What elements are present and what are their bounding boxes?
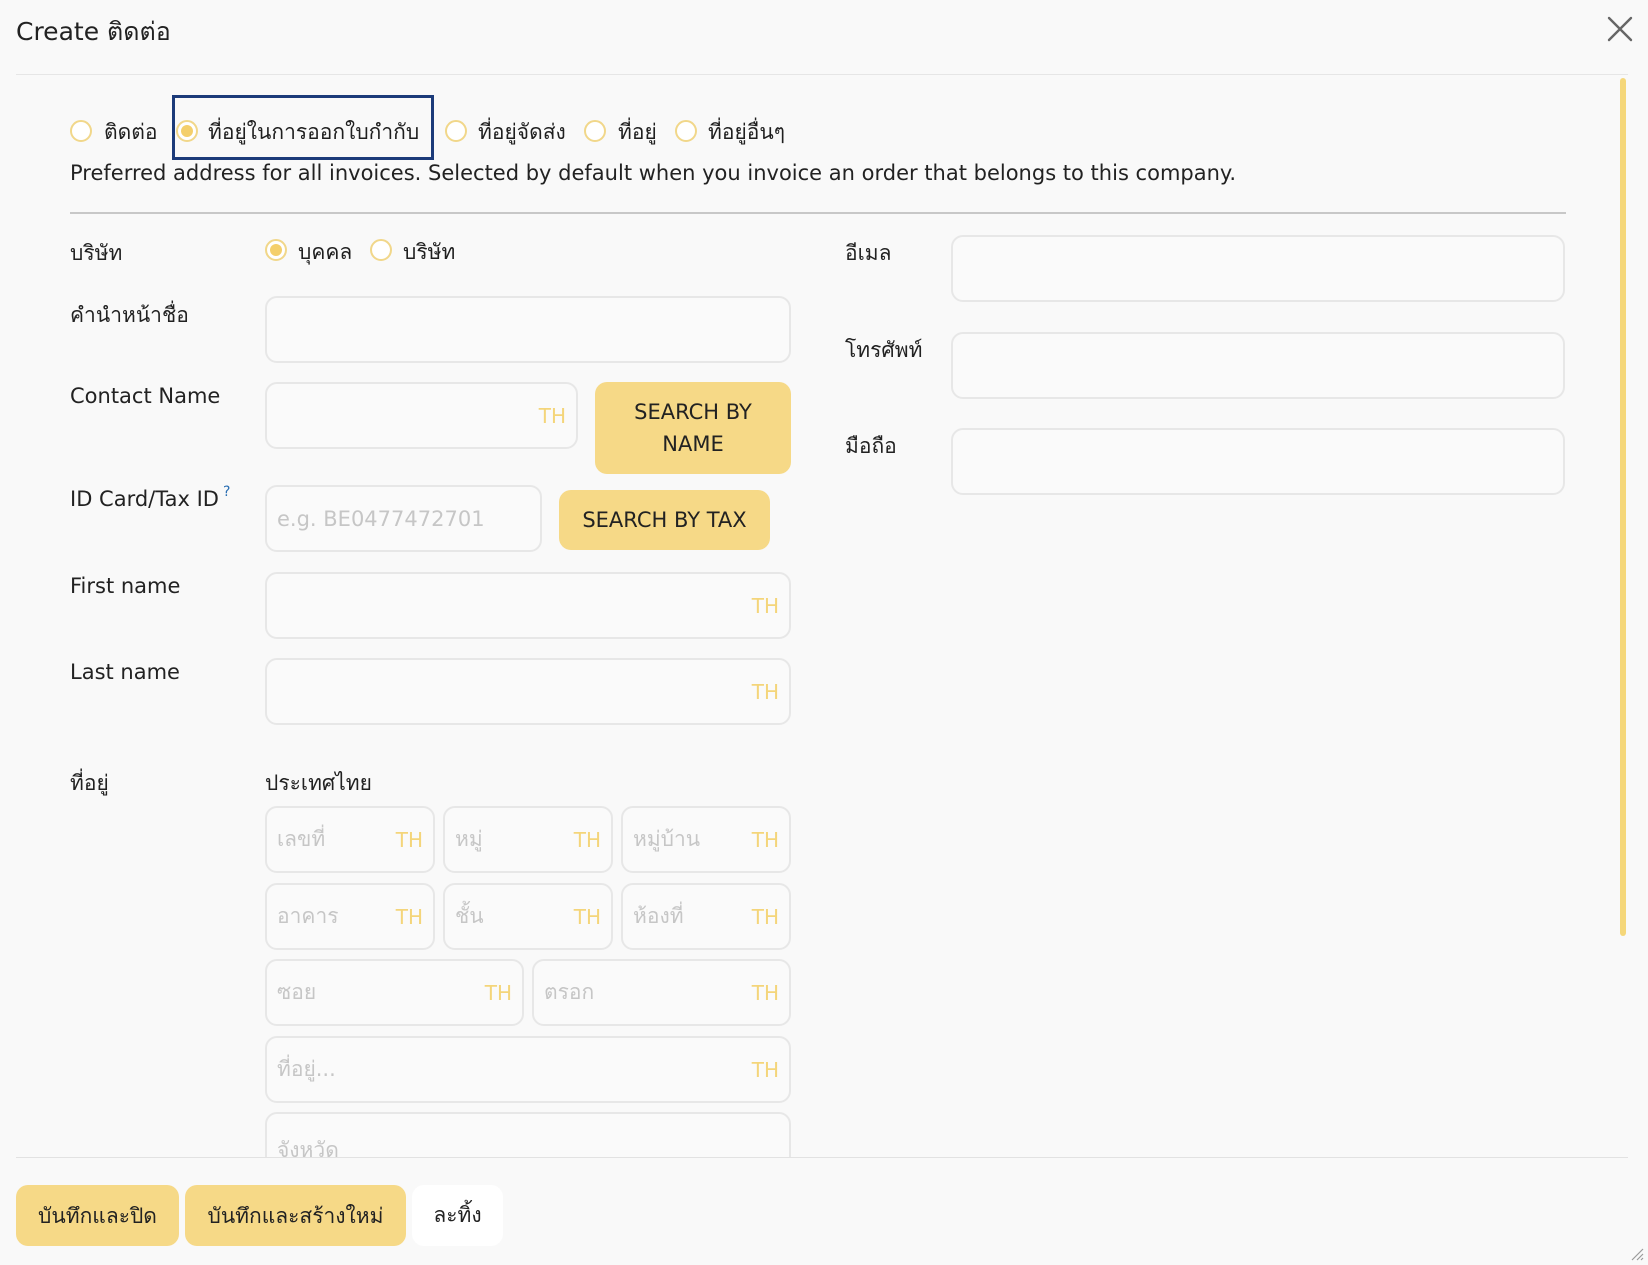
soi-input[interactable]: ซอย TH bbox=[265, 959, 524, 1026]
address-type-delivery[interactable] bbox=[445, 120, 467, 146]
room-input[interactable]: ห้องที่ TH bbox=[621, 883, 791, 950]
address-type-invoice[interactable] bbox=[176, 120, 198, 146]
language-tag[interactable]: TH bbox=[752, 594, 779, 618]
address-type-contact-label: ติดต่อ bbox=[104, 120, 158, 144]
footer-divider bbox=[16, 1157, 1628, 1158]
language-tag[interactable]: TH bbox=[752, 905, 779, 929]
email-input[interactable] bbox=[951, 235, 1565, 302]
building-input[interactable]: อาคาร TH bbox=[265, 883, 435, 950]
save-new-button[interactable]: บันทึกและสร้างใหม่ bbox=[185, 1185, 406, 1246]
search-by-name-button[interactable]: SEARCH BY NAME bbox=[595, 382, 791, 474]
radio-checked-icon[interactable] bbox=[176, 120, 198, 142]
moo-input[interactable]: หมู่ TH bbox=[443, 806, 613, 873]
contact-name-label: Contact Name bbox=[70, 384, 221, 408]
resize-handle-icon[interactable] bbox=[1630, 1246, 1644, 1261]
language-tag[interactable]: TH bbox=[396, 828, 423, 852]
tax-id-input[interactable]: e.g. BE0477472701 bbox=[265, 485, 542, 552]
last-name-input[interactable]: TH bbox=[265, 658, 791, 725]
first-name-input[interactable]: TH bbox=[265, 572, 791, 639]
language-tag[interactable]: TH bbox=[485, 981, 512, 1005]
email-label: อีเมล bbox=[845, 241, 892, 265]
address-type-invoice-label: ที่อยู่ในการออกใบกำกับ bbox=[208, 120, 420, 144]
address-type-description: Preferred address for all invoices. Sele… bbox=[70, 161, 1237, 185]
help-icon[interactable]: ? bbox=[223, 484, 230, 500]
address-type-address[interactable] bbox=[584, 120, 606, 146]
scrollbar[interactable] bbox=[1620, 78, 1626, 936]
language-tag[interactable]: TH bbox=[752, 1058, 779, 1082]
language-tag[interactable]: TH bbox=[574, 905, 601, 929]
house-no-input[interactable]: เลขที่ TH bbox=[265, 806, 435, 873]
company-type-company-label: บริษัท bbox=[403, 240, 456, 264]
search-by-tax-button[interactable]: SEARCH BY TAX bbox=[559, 490, 770, 550]
close-icon[interactable] bbox=[1605, 14, 1635, 44]
radio-icon[interactable] bbox=[445, 120, 467, 142]
radio-icon[interactable] bbox=[584, 120, 606, 142]
title-label: คำนำหน้าชื่อ bbox=[70, 303, 189, 327]
radio-icon[interactable] bbox=[370, 239, 392, 261]
street-input[interactable]: ที่อยู่... TH bbox=[265, 1036, 791, 1103]
floor-input[interactable]: ชั้น TH bbox=[443, 883, 613, 950]
first-name-label: First name bbox=[70, 574, 181, 598]
radio-icon[interactable] bbox=[70, 120, 92, 142]
language-tag[interactable]: TH bbox=[539, 404, 566, 428]
last-name-label: Last name bbox=[70, 660, 180, 684]
language-tag[interactable]: TH bbox=[574, 828, 601, 852]
discard-button[interactable]: ละทิ้ง bbox=[412, 1185, 503, 1246]
address-type-delivery-label: ที่อยู่จัดส่ง bbox=[478, 120, 566, 144]
dialog-title: Create ติดต่อ bbox=[16, 17, 171, 46]
address-type-contact[interactable] bbox=[70, 120, 92, 146]
address-type-address-label: ที่อยู่ bbox=[618, 120, 657, 144]
contact-name-input[interactable]: TH bbox=[265, 382, 578, 449]
tax-id-label: ID Card/Tax ID? bbox=[70, 484, 231, 511]
section-divider bbox=[70, 212, 1566, 214]
province-clip: จังหวัด bbox=[265, 1112, 791, 1157]
mobile-label: มือถือ bbox=[845, 434, 897, 458]
company-type-individual[interactable] bbox=[265, 239, 287, 265]
address-label: ที่อยู่ bbox=[70, 771, 109, 795]
company-type-company[interactable] bbox=[370, 239, 392, 265]
radio-icon[interactable] bbox=[675, 120, 697, 142]
language-tag[interactable]: TH bbox=[752, 680, 779, 704]
company-type-label: บริษัท bbox=[70, 241, 123, 265]
address-type-other-label: ที่อยู่อื่นๆ bbox=[708, 120, 786, 144]
radio-checked-icon[interactable] bbox=[265, 239, 287, 261]
company-type-individual-label: บุคคล bbox=[298, 240, 353, 264]
address-type-other[interactable] bbox=[675, 120, 697, 146]
village-input[interactable]: หมู่บ้าน TH bbox=[621, 806, 791, 873]
country-label: ประเทศไทย bbox=[265, 771, 372, 795]
language-tag[interactable]: TH bbox=[752, 828, 779, 852]
province-input[interactable]: จังหวัด bbox=[265, 1112, 791, 1157]
language-tag[interactable]: TH bbox=[752, 981, 779, 1005]
save-close-button[interactable]: บันทึกและปิด bbox=[16, 1185, 179, 1246]
phone-input[interactable] bbox=[951, 332, 1565, 399]
alley-input[interactable]: ตรอก TH bbox=[532, 959, 791, 1026]
language-tag[interactable]: TH bbox=[396, 905, 423, 929]
phone-label: โทรศัพท์ bbox=[845, 338, 923, 362]
mobile-input[interactable] bbox=[951, 428, 1565, 495]
header-divider bbox=[16, 74, 1628, 75]
title-input[interactable] bbox=[265, 296, 791, 363]
